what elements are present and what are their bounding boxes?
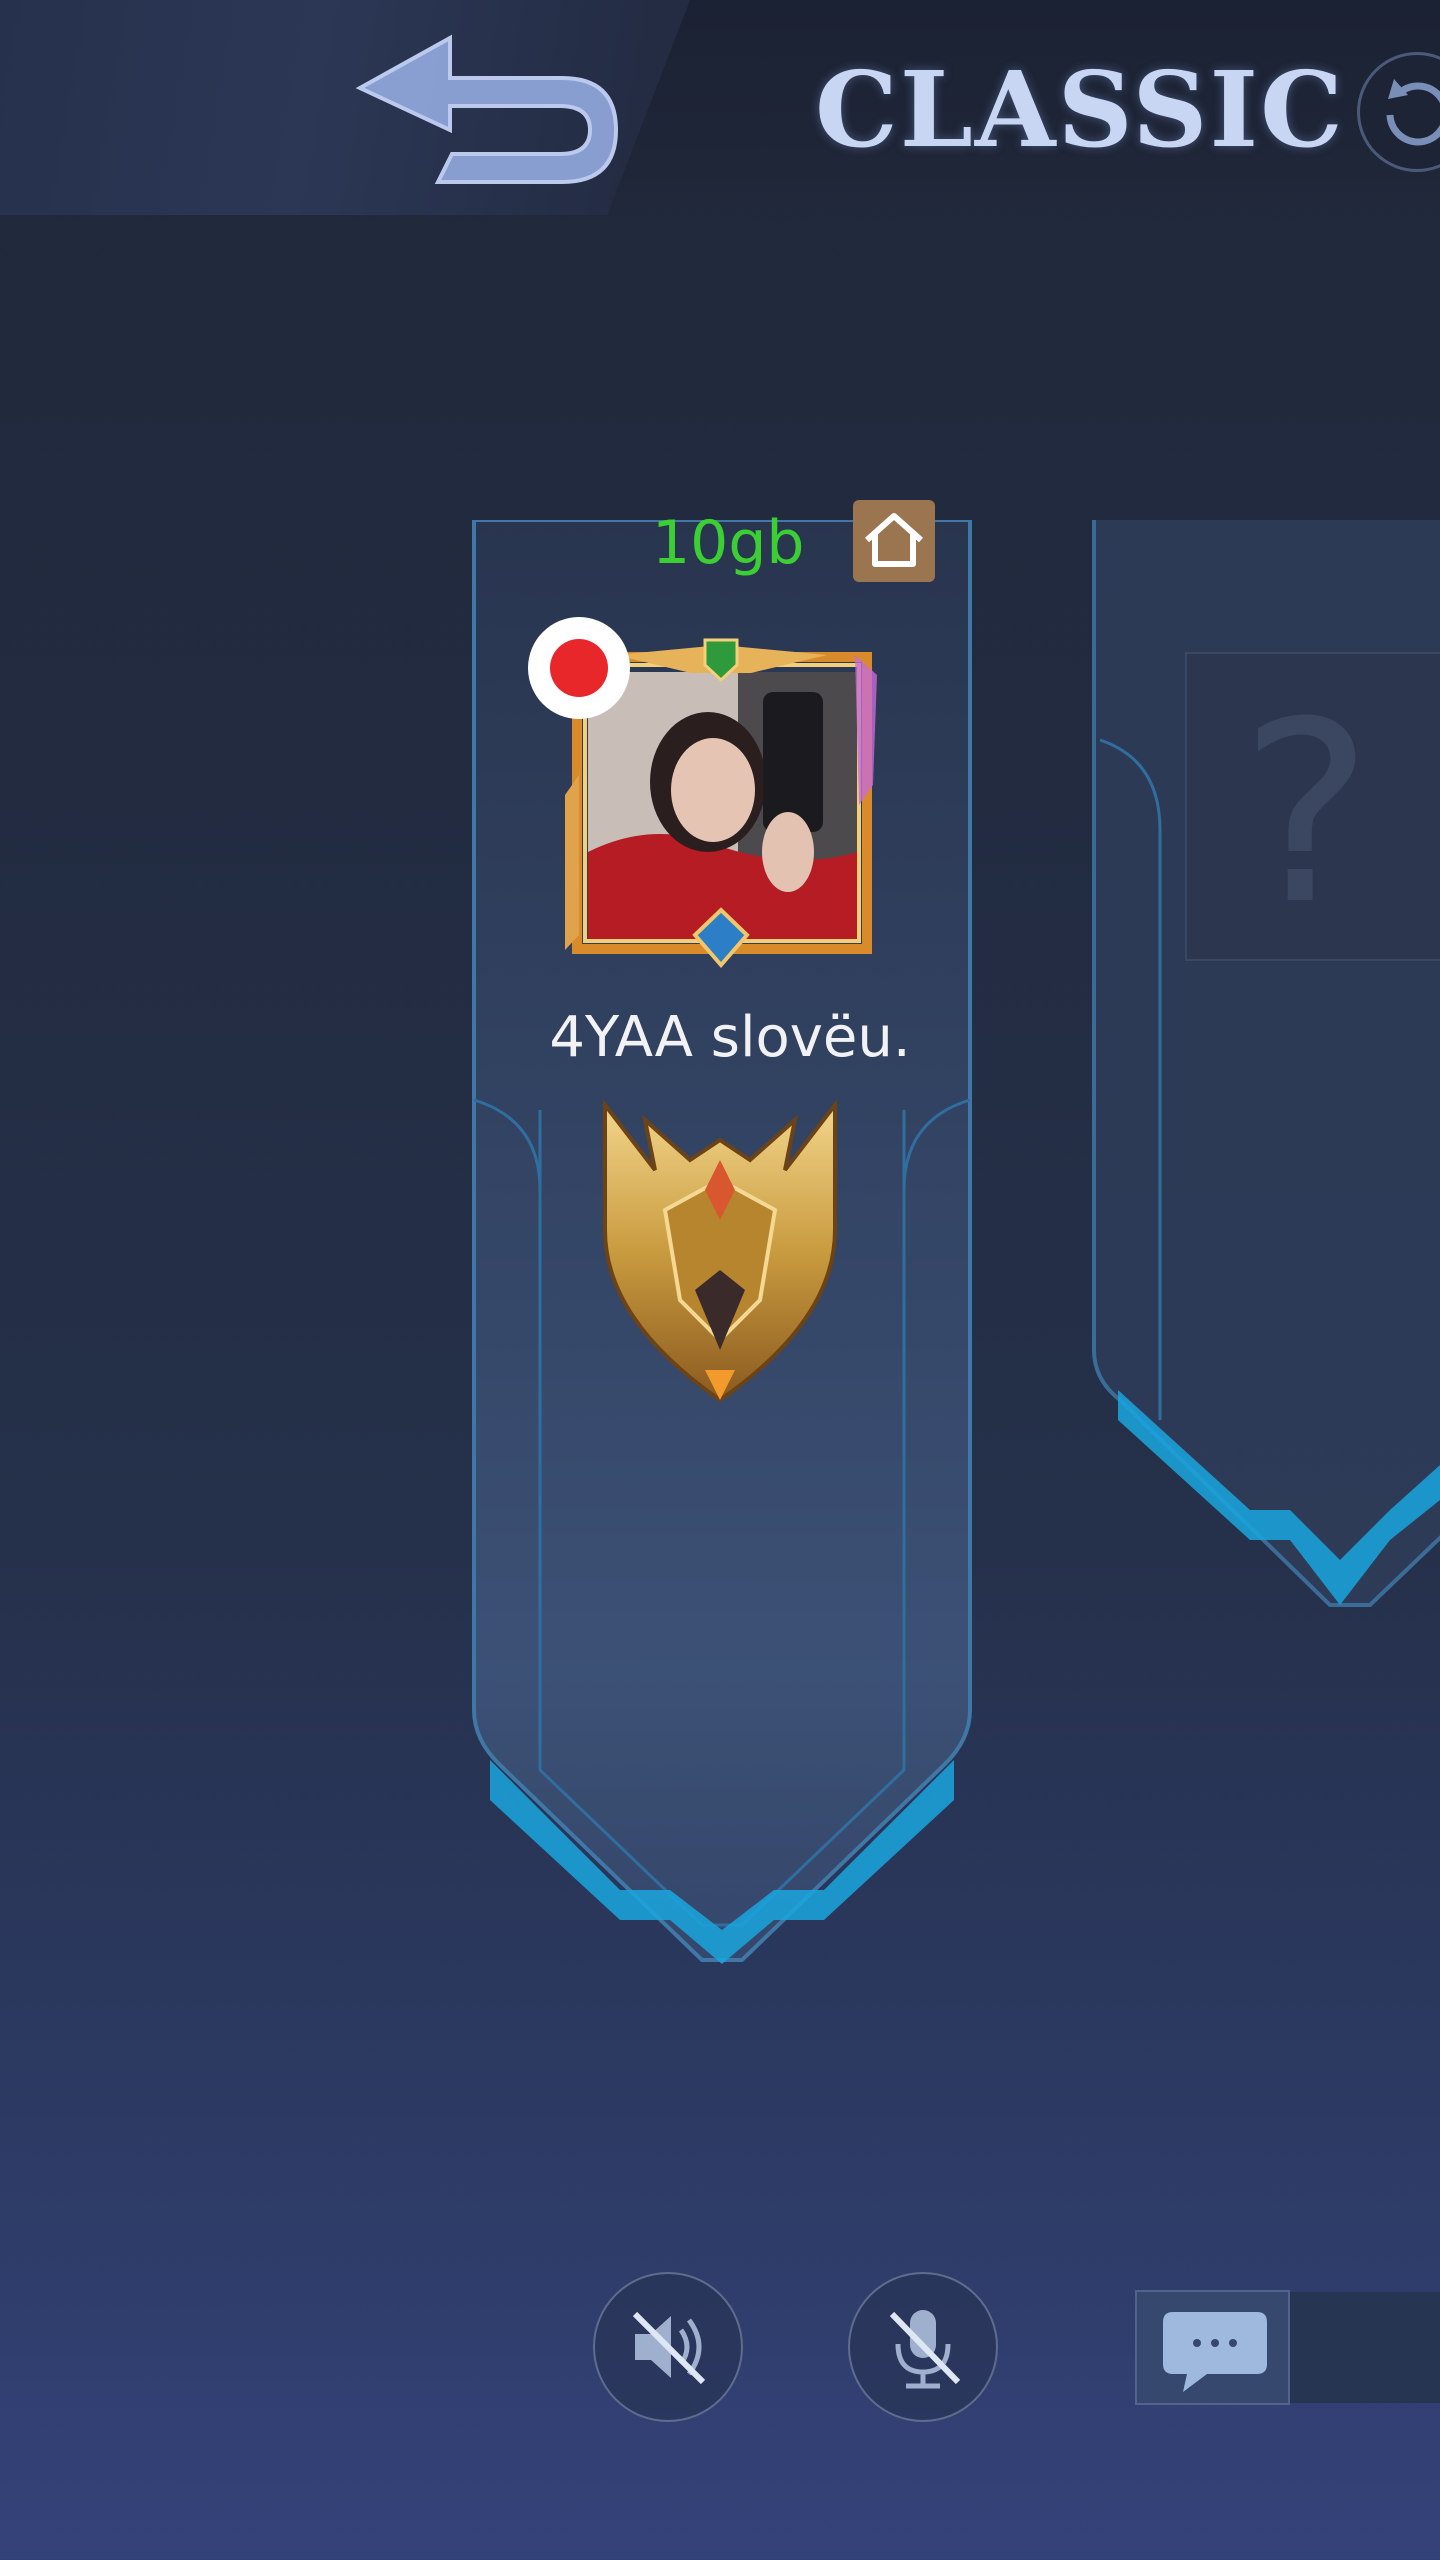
player-name: 4YAA slovëu. bbox=[549, 1005, 911, 1070]
mic-mute-button[interactable] bbox=[848, 2272, 998, 2422]
refresh-button[interactable] bbox=[1357, 52, 1440, 172]
chat-input-bar[interactable] bbox=[1290, 2292, 1440, 2403]
record-icon[interactable] bbox=[528, 617, 630, 719]
speaker-muted-icon bbox=[632, 2311, 706, 2385]
rank-badge-icon bbox=[603, 1100, 837, 1403]
refresh-icon bbox=[1386, 79, 1440, 146]
page-title: CLASSIC bbox=[815, 48, 1345, 171]
mic-muted-icon bbox=[889, 2310, 961, 2389]
unknown-player-placeholder: ? bbox=[1240, 668, 1373, 959]
speaker-mute-button[interactable] bbox=[593, 2272, 743, 2422]
home-icon[interactable] bbox=[853, 500, 935, 582]
network-status: 10gb bbox=[652, 508, 805, 578]
home-glyph bbox=[865, 513, 923, 567]
chat-button[interactable] bbox=[1135, 2290, 1290, 2405]
chat-icon bbox=[1163, 2312, 1267, 2392]
back-arrow-icon[interactable] bbox=[340, 30, 620, 190]
